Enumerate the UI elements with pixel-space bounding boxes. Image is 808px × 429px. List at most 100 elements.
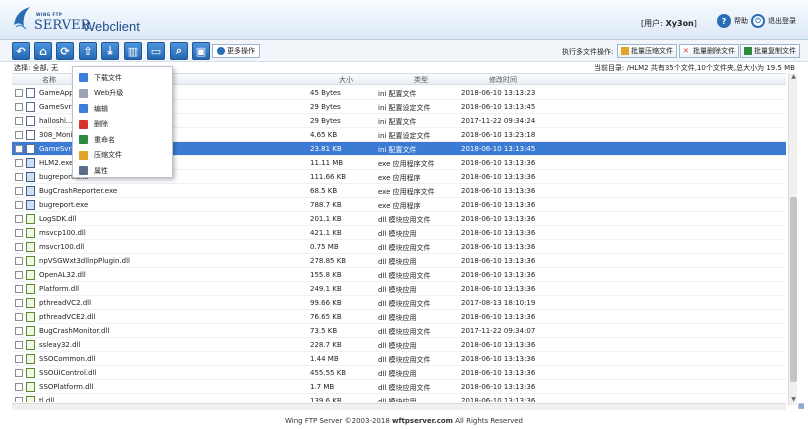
- row-checkbox[interactable]: [15, 285, 23, 293]
- context-menu-item[interactable]: 下载文件: [73, 70, 172, 85]
- copy-icon: [744, 47, 752, 55]
- file-type: exe 应用程序文件: [378, 160, 435, 168]
- vertical-scrollbar[interactable]: ▲ ▼: [788, 73, 797, 405]
- table-row[interactable]: msvcr100.dll 0.75 MB dll 模块应用文件 2018-06-10 …: [12, 240, 786, 254]
- row-checkbox[interactable]: [15, 103, 23, 111]
- menu-item-label: 删除: [94, 120, 108, 128]
- table-row[interactable]: SSOCommon.dll 1.44 MB dll 模块应用文件 2018-06-10…: [12, 352, 786, 366]
- context-menu-item[interactable]: 重命名: [73, 132, 172, 147]
- table-row[interactable]: SSOPlatform.dll 1.7 MB dll 模块应用文件 2018-06-1…: [12, 380, 786, 394]
- row-checkbox[interactable]: [15, 173, 23, 181]
- file-name[interactable]: LogSDK.dll: [39, 215, 189, 223]
- table-row[interactable]: BugCrashReporter.exe 68.5 KB exe 应用程序文件 201…: [12, 184, 786, 198]
- table-row[interactable]: bugreport.exe 788.7 KB exe 应用程序 2018-06-10 …: [12, 198, 786, 212]
- table-row[interactable]: LogSDK.dll 201.1 KB dll 模块应用文件 2018-06-10 1…: [12, 212, 786, 226]
- file-time: 2018-06-10 13:13:36: [461, 243, 536, 251]
- more-actions-button[interactable]: 更多操作: [212, 44, 260, 58]
- row-checkbox[interactable]: [15, 131, 23, 139]
- table-row[interactable]: pthreadVC2.dll 99.66 KB dll 模块应用文件 2017-08-…: [12, 296, 786, 310]
- row-checkbox[interactable]: [15, 271, 23, 279]
- file-name[interactable]: msvcr100.dll: [39, 243, 189, 251]
- batch-delete-button[interactable]: ✕ 批量删除文件: [679, 44, 739, 58]
- context-menu-item[interactable]: 属性: [73, 163, 172, 178]
- selection-links[interactable]: 选择: 全部, 无: [14, 63, 58, 73]
- row-checkbox[interactable]: [15, 187, 23, 195]
- upload-button[interactable]: ⇧: [79, 42, 97, 60]
- table-row[interactable]: msvcp100.dll 421.1 KB dll 模块应用 2018-06-10 1…: [12, 226, 786, 240]
- column-name[interactable]: 名称: [42, 75, 56, 85]
- table-row[interactable]: tl.dll 139.6 KB dll 模块应用 2018-06-10 13:13:3…: [12, 394, 786, 402]
- table-row[interactable]: SSOUIControl.dll 455.55 KB dll 模块应用 2018-06…: [12, 366, 786, 380]
- row-checkbox[interactable]: [15, 243, 23, 251]
- column-type[interactable]: 类型: [414, 75, 428, 85]
- view-button[interactable]: ▣: [192, 42, 210, 60]
- column-time[interactable]: 修改时间: [489, 75, 517, 85]
- file-name[interactable]: msvcp100.dll: [39, 229, 189, 237]
- file-name[interactable]: OpenAL32.dll: [39, 271, 189, 279]
- logout-button[interactable]: ⏻ 退出登录: [751, 14, 796, 28]
- new-folder-button[interactable]: ▭: [147, 42, 165, 60]
- file-name[interactable]: SSOPlatform.dll: [39, 383, 189, 391]
- refresh-button[interactable]: ⟳: [56, 42, 74, 60]
- file-name[interactable]: ssleay32.dll: [39, 341, 189, 349]
- more-icon: [217, 47, 225, 55]
- row-checkbox[interactable]: [15, 89, 23, 97]
- scroll-down-icon[interactable]: ▼: [789, 396, 798, 405]
- file-name[interactable]: BugCrashReporter.exe: [39, 187, 189, 195]
- delete-x-icon: ✕: [683, 47, 689, 55]
- help-button[interactable]: ? 帮助: [717, 14, 748, 28]
- row-checkbox[interactable]: [15, 299, 23, 307]
- file-type: dll 模块应用文件: [378, 244, 431, 252]
- batch-copy-button[interactable]: 批量复制文件: [740, 44, 800, 58]
- scroll-thumb[interactable]: [790, 197, 797, 382]
- context-menu-item[interactable]: Web升级: [73, 86, 172, 101]
- home-button[interactable]: ⌂: [34, 42, 52, 60]
- back-button[interactable]: ↶: [12, 42, 30, 60]
- table-row[interactable]: ssleay32.dll 228.7 KB dll 模块应用 2018-06-10 1…: [12, 338, 786, 352]
- row-checkbox[interactable]: [15, 229, 23, 237]
- download-button[interactable]: ⤓: [101, 42, 119, 60]
- context-menu-item[interactable]: 编辑: [73, 101, 172, 116]
- file-name[interactable]: bugreport.exe: [39, 201, 189, 209]
- row-checkbox[interactable]: [15, 355, 23, 363]
- row-checkbox[interactable]: [15, 257, 23, 265]
- file-name[interactable]: pthreadVCE2.dll: [39, 313, 189, 321]
- search-button[interactable]: ⌕: [170, 42, 188, 60]
- file-type: dll 模块应用文件: [378, 272, 431, 280]
- batch-compress-button[interactable]: 批量压缩文件: [617, 44, 677, 58]
- row-checkbox[interactable]: [15, 215, 23, 223]
- file-time: 2018-06-10 13:13:36: [461, 271, 536, 279]
- side-tool-icon[interactable]: ▦: [798, 402, 807, 414]
- horizontal-scrollbar[interactable]: [12, 403, 786, 410]
- row-checkbox[interactable]: [15, 397, 23, 402]
- column-size[interactable]: 大小: [339, 75, 353, 85]
- file-name[interactable]: npVSGWxt3dllnpPlugin.dll: [39, 257, 189, 265]
- row-checkbox[interactable]: [15, 201, 23, 209]
- table-row[interactable]: Platform.dll 249.1 KB dll 模块应用 2018-06-10 1…: [12, 282, 786, 296]
- delete-button[interactable]: ▥: [124, 42, 142, 60]
- file-name[interactable]: Platform.dll: [39, 285, 189, 293]
- file-name[interactable]: tl.dll: [39, 397, 189, 402]
- row-checkbox[interactable]: [15, 117, 23, 125]
- file-time: 2018-06-10 13:13:36: [461, 285, 536, 293]
- scroll-up-icon[interactable]: ▲: [789, 73, 798, 82]
- context-menu-item[interactable]: 删除: [73, 117, 172, 132]
- file-name[interactable]: SSOCommon.dll: [39, 355, 189, 363]
- file-name[interactable]: BugCrashMonitor.dll: [39, 327, 189, 335]
- row-checkbox[interactable]: [15, 145, 23, 153]
- context-menu-item[interactable]: 压缩文件: [73, 148, 172, 163]
- row-checkbox[interactable]: [15, 369, 23, 377]
- file-type: dll 模块应用: [378, 398, 417, 402]
- table-row[interactable]: npVSGWxt3dllnpPlugin.dll 278.85 KB dll 模块应…: [12, 254, 786, 268]
- file-name[interactable]: pthreadVC2.dll: [39, 299, 189, 307]
- table-row[interactable]: BugCrashMonitor.dll 73.5 KB dll 模块应用文件 2017…: [12, 324, 786, 338]
- row-checkbox[interactable]: [15, 327, 23, 335]
- table-row[interactable]: pthreadVCE2.dll 76.65 KB dll 模块应用 2018-06-1…: [12, 310, 786, 324]
- table-row[interactable]: OpenAL32.dll 155.8 KB dll 模块应用文件 2018-06-10…: [12, 268, 786, 282]
- row-checkbox[interactable]: [15, 341, 23, 349]
- row-checkbox[interactable]: [15, 313, 23, 321]
- row-checkbox[interactable]: [15, 383, 23, 391]
- row-checkbox[interactable]: [15, 159, 23, 167]
- file-name[interactable]: SSOUIControl.dll: [39, 369, 189, 377]
- footer-domain[interactable]: wftpserver.com: [392, 417, 453, 425]
